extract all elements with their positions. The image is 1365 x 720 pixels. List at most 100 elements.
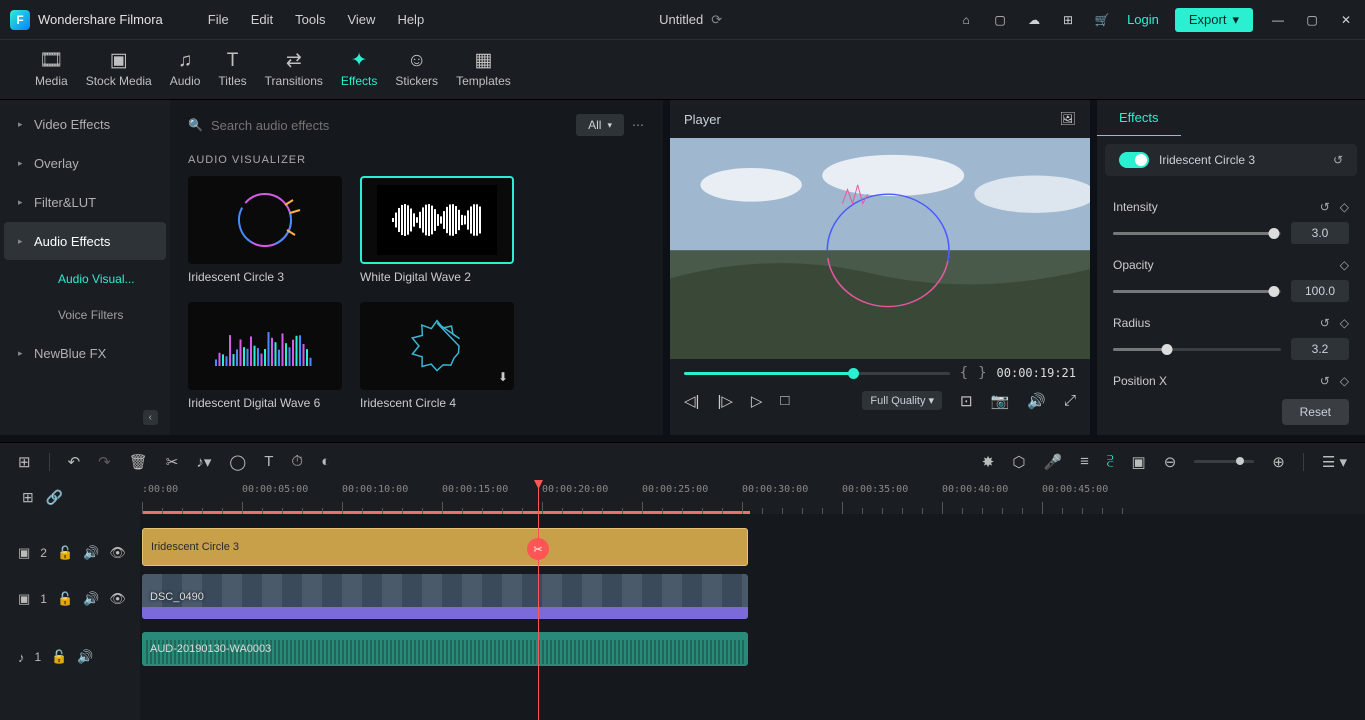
save-icon[interactable]: ▢ xyxy=(991,11,1009,29)
zoom-in-button[interactable]: ⊕ xyxy=(1272,453,1285,471)
param-reset-icon[interactable]: ↺ xyxy=(1320,374,1330,388)
param-value[interactable]: 3.0 xyxy=(1291,222,1349,244)
close-button[interactable]: ✕ xyxy=(1337,11,1355,29)
track-head-audio[interactable]: ♪1 🔓 🔊 xyxy=(0,634,140,680)
stop-button[interactable]: □ xyxy=(780,392,789,409)
sidebar-sub-audio-visual-[interactable]: Audio Visual... xyxy=(0,261,170,297)
volume-icon[interactable]: 🔊 xyxy=(1027,392,1046,410)
effect-thumbnail[interactable] xyxy=(188,302,342,390)
tab-media[interactable]: 🎞Media xyxy=(35,51,68,88)
zoom-out-button[interactable]: ⊖ xyxy=(1164,453,1177,471)
speed-tool-icon[interactable]: ⏱ xyxy=(291,453,303,470)
delete-button[interactable]: 🗑 xyxy=(129,453,148,471)
keyframe-icon[interactable]: ◇ xyxy=(1340,374,1349,388)
progress-bar[interactable] xyxy=(684,372,950,375)
track-head-effect[interactable]: ▣2 🔓 🔊 👁 xyxy=(0,530,140,576)
prev-frame-button[interactable]: ◁| xyxy=(684,392,699,410)
document-title[interactable]: Untitled xyxy=(659,12,703,27)
sidebar-item-newblue-fx[interactable]: ▸NewBlue FX xyxy=(4,334,166,372)
effect-enable-toggle[interactable] xyxy=(1119,152,1149,168)
lock-icon[interactable]: 🔓 xyxy=(51,649,67,665)
clip-effect[interactable]: Iridescent Circle 3 xyxy=(142,528,748,566)
camera-icon[interactable]: 📷 xyxy=(991,392,1010,410)
sidebar-item-overlay[interactable]: ▸Overlay xyxy=(4,144,166,182)
marker-icon[interactable]: ⬡ xyxy=(1012,453,1025,471)
export-button[interactable]: Export▾ xyxy=(1175,8,1253,32)
mixer-icon[interactable]: ≡ xyxy=(1080,453,1089,470)
quality-dropdown[interactable]: Full Quality ▾ xyxy=(862,391,942,410)
list-display-icon[interactable]: ☰ ▾ xyxy=(1322,453,1347,471)
cart-icon[interactable]: 🛒 xyxy=(1093,11,1111,29)
lock-icon[interactable]: 🔓 xyxy=(57,545,73,561)
download-icon[interactable]: ⬇ xyxy=(498,370,508,384)
sidebar-item-video-effects[interactable]: ▸Video Effects xyxy=(4,105,166,143)
cut-indicator[interactable]: ✂ xyxy=(527,538,549,560)
clip-audio[interactable]: AUD-20190130-WA0003 xyxy=(142,632,748,666)
playhead[interactable]: ✂ xyxy=(538,480,539,720)
collapse-sidebar-button[interactable]: ‹ xyxy=(143,410,158,425)
sidebar-item-audio-effects[interactable]: ▸Audio Effects xyxy=(4,222,166,260)
search-input[interactable] xyxy=(211,118,568,133)
render-icon[interactable]: ✸ xyxy=(982,453,995,471)
keyframe-icon[interactable]: ◇ xyxy=(1340,258,1349,272)
tl-link-icon[interactable]: 🔗 xyxy=(46,489,63,506)
snapshot-icon[interactable]: 🖼 xyxy=(1059,111,1076,127)
audio-tool-icon[interactable]: ♪▾ xyxy=(196,453,211,471)
device-icon[interactable]: ⌂ xyxy=(957,11,975,29)
color-tool-icon[interactable]: ◐ xyxy=(321,453,330,470)
text-tool-icon[interactable]: T xyxy=(264,453,273,470)
reset-button[interactable]: Reset xyxy=(1282,399,1349,425)
maximize-button[interactable]: ▢ xyxy=(1303,11,1321,29)
cut-button[interactable]: ✂ xyxy=(166,453,179,471)
tl-add-track-icon[interactable]: ⊞ xyxy=(22,489,34,506)
undo-button[interactable]: ↶ xyxy=(68,453,81,471)
sidebar-item-filter-lut[interactable]: ▸Filter&LUT xyxy=(4,183,166,221)
mute-icon[interactable]: 🔊 xyxy=(77,649,93,665)
tab-transitions[interactable]: ⇄Transitions xyxy=(265,51,323,88)
effect-thumbnail[interactable] xyxy=(360,176,514,264)
menu-file[interactable]: File xyxy=(208,12,229,27)
inspector-tab-effects[interactable]: Effects xyxy=(1097,100,1181,136)
mute-icon[interactable]: 🔊 xyxy=(83,545,99,561)
tl-layout-icon[interactable]: ⊞ xyxy=(18,453,31,471)
reset-effect-icon[interactable]: ↺ xyxy=(1333,153,1343,167)
tab-stickers[interactable]: ☺Stickers xyxy=(395,51,438,88)
param-slider[interactable] xyxy=(1113,232,1281,235)
cloud-icon[interactable]: ☁ xyxy=(1025,11,1043,29)
mute-icon[interactable]: 🔊 xyxy=(83,591,99,607)
tab-titles[interactable]: TTitles xyxy=(218,51,246,88)
minimize-button[interactable]: — xyxy=(1269,11,1287,29)
menu-help[interactable]: Help xyxy=(397,12,424,27)
effect-thumbnail[interactable] xyxy=(188,176,342,264)
param-reset-icon[interactable]: ↺ xyxy=(1320,316,1330,330)
eye-icon[interactable]: 👁 xyxy=(109,591,126,607)
cloud-sync-icon[interactable]: ⟳ xyxy=(711,12,722,28)
login-button[interactable]: Login xyxy=(1127,12,1159,27)
menu-view[interactable]: View xyxy=(347,12,375,27)
sidebar-sub-voice-filters[interactable]: Voice Filters xyxy=(0,297,170,333)
crop-icon[interactable]: ▣ xyxy=(1132,453,1146,471)
redo-button[interactable]: ↷ xyxy=(98,453,111,471)
eye-icon[interactable]: 👁 xyxy=(109,545,126,561)
apps-icon[interactable]: ⊞ xyxy=(1059,11,1077,29)
zoom-slider[interactable] xyxy=(1194,460,1254,463)
menu-tools[interactable]: Tools xyxy=(295,12,325,27)
tab-effects[interactable]: ✦Effects xyxy=(341,51,377,88)
play-button[interactable]: ▷ xyxy=(751,392,763,410)
more-options-icon[interactable]: ⋯ xyxy=(632,118,645,132)
next-frame-button[interactable]: |▷ xyxy=(717,392,732,410)
display-icon[interactable]: ⊡ xyxy=(960,392,973,410)
keyframe-icon[interactable]: ◇ xyxy=(1340,316,1349,330)
mark-in-button[interactable]: { xyxy=(960,365,968,381)
tab-audio[interactable]: ♫Audio xyxy=(170,51,201,88)
track-head-video[interactable]: ▣1 🔓 🔊 👁 xyxy=(0,576,140,622)
mark-out-button[interactable]: } xyxy=(978,365,986,381)
lock-icon[interactable]: 🔓 xyxy=(57,591,73,607)
param-value[interactable]: 3.2 xyxy=(1291,338,1349,360)
magnet-icon[interactable]: ⫔ xyxy=(1107,453,1114,470)
tab-templates[interactable]: ▦Templates xyxy=(456,51,511,88)
effect-thumbnail[interactable]: ⬇ xyxy=(360,302,514,390)
mask-tool-icon[interactable]: ◯ xyxy=(229,453,246,471)
keyframe-icon[interactable]: ◇ xyxy=(1340,200,1349,214)
param-value[interactable]: 100.0 xyxy=(1291,280,1349,302)
